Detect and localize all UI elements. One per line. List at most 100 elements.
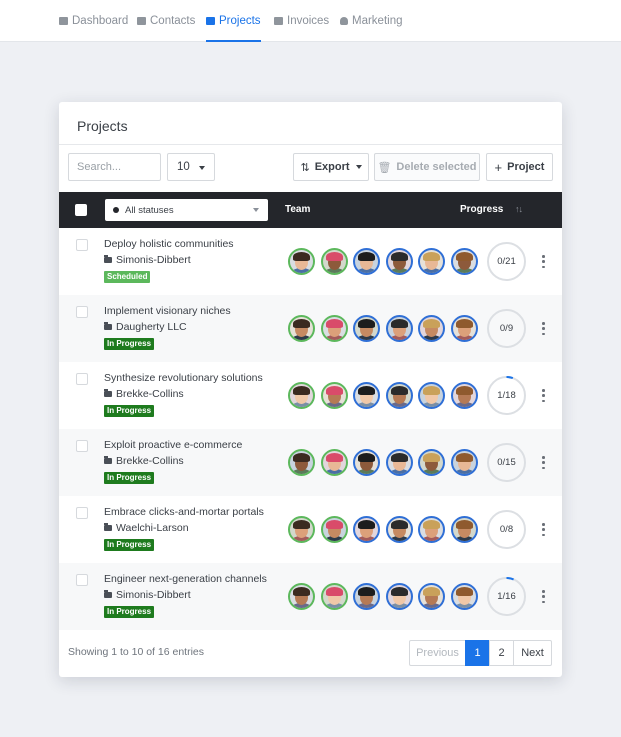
next-page-button[interactable]: Next	[513, 640, 552, 666]
delete-label: Delete selected	[396, 161, 477, 173]
avatar[interactable]	[353, 382, 381, 409]
row-checkbox[interactable]	[76, 574, 88, 586]
more-options-icon[interactable]	[542, 389, 545, 402]
progress-value: 1/16	[497, 591, 516, 602]
sort-icon[interactable]: ↑↓	[515, 204, 523, 214]
projects-card: Projects 10 ⇅ Export 🗑 Delete selected +…	[59, 102, 562, 677]
table-row[interactable]: Synthesize revolutionary solutions Brekke…	[59, 362, 562, 429]
avatar[interactable]	[451, 516, 478, 543]
status-filter-select[interactable]: All statuses	[105, 199, 268, 221]
progress-value: 0/9	[499, 323, 514, 334]
nav-projects[interactable]: Projects	[206, 0, 261, 42]
folder-icon	[104, 456, 112, 464]
avatar[interactable]	[418, 315, 446, 342]
more-options-icon[interactable]	[542, 322, 545, 335]
chevron-down-icon	[199, 166, 205, 170]
row-checkbox[interactable]	[76, 507, 88, 519]
nav-dashboard-label: Dashboard	[72, 15, 129, 27]
more-options-icon[interactable]	[542, 523, 545, 536]
add-project-button[interactable]: + Project	[486, 153, 553, 181]
row-checkbox[interactable]	[76, 440, 88, 452]
add-project-label: Project	[507, 161, 545, 173]
select-all-checkbox[interactable]	[75, 204, 87, 216]
avatar[interactable]	[385, 583, 413, 610]
row-checkbox[interactable]	[76, 373, 88, 385]
avatar[interactable]	[320, 248, 348, 275]
avatar[interactable]	[353, 248, 381, 275]
project-name[interactable]: Deploy holistic communities	[104, 238, 234, 250]
search-input[interactable]	[68, 153, 161, 181]
project-name[interactable]: Synthesize revolutionary solutions	[104, 372, 263, 384]
per-page-value: 10	[177, 161, 190, 173]
nav-marketing[interactable]: Marketing	[340, 0, 403, 42]
more-options-icon[interactable]	[542, 590, 545, 603]
project-name[interactable]: Implement visionary niches	[104, 305, 231, 317]
avatar[interactable]	[451, 449, 478, 476]
plus-icon: +	[494, 159, 503, 175]
avatar[interactable]	[353, 516, 381, 543]
table-row[interactable]: Embrace clicks-and-mortar portals Waelchi…	[59, 496, 562, 563]
avatar[interactable]	[288, 248, 315, 275]
briefcase-icon	[206, 17, 215, 25]
progress-column-header[interactable]: Progress	[460, 204, 503, 215]
avatar[interactable]	[320, 583, 348, 610]
avatar[interactable]	[288, 583, 315, 610]
avatar[interactable]	[385, 449, 413, 476]
avatar[interactable]	[385, 382, 413, 409]
avatar[interactable]	[451, 382, 478, 409]
nav-dashboard[interactable]: Dashboard	[59, 0, 128, 42]
table-row[interactable]: Deploy holistic communities Simonis-Dibbe…	[59, 228, 562, 295]
folder-icon	[104, 590, 112, 598]
chevron-down-icon	[253, 208, 259, 212]
previous-page-button[interactable]: Previous	[409, 640, 466, 666]
avatar[interactable]	[418, 516, 446, 543]
avatar[interactable]	[353, 449, 381, 476]
avatar[interactable]	[451, 315, 478, 342]
nav-marketing-label: Marketing	[352, 15, 403, 27]
status-badge: In Progress	[104, 606, 155, 618]
avatar[interactable]	[418, 248, 446, 275]
avatar[interactable]	[288, 315, 315, 342]
nav-invoices[interactable]: Invoices	[274, 0, 329, 42]
avatar[interactable]	[451, 583, 478, 610]
project-name[interactable]: Engineer next-generation channels	[104, 573, 267, 585]
avatar[interactable]	[353, 583, 381, 610]
project-client: Daugherty LLC	[104, 321, 187, 333]
project-name[interactable]: Exploit proactive e-commerce	[104, 439, 242, 451]
client-name: Daugherty LLC	[116, 321, 187, 333]
table-row[interactable]: Exploit proactive e-commerce Brekke-Colli…	[59, 429, 562, 496]
row-checkbox[interactable]	[76, 239, 88, 251]
avatar[interactable]	[451, 248, 478, 275]
avatar[interactable]	[418, 583, 446, 610]
avatar[interactable]	[320, 382, 348, 409]
avatar[interactable]	[418, 449, 446, 476]
page-1-button[interactable]: 1	[465, 640, 490, 666]
avatar[interactable]	[288, 516, 315, 543]
nav-contacts[interactable]: Contacts	[137, 0, 195, 42]
per-page-select[interactable]: 10	[167, 153, 215, 181]
avatar[interactable]	[385, 248, 413, 275]
table-row[interactable]: Engineer next-generation channels Simonis…	[59, 563, 562, 630]
page-2-button[interactable]: 2	[489, 640, 514, 666]
row-checkbox[interactable]	[76, 306, 88, 318]
avatar[interactable]	[288, 382, 315, 409]
team-avatars	[288, 583, 483, 611]
avatar[interactable]	[320, 449, 348, 476]
more-options-icon[interactable]	[542, 456, 545, 469]
invoice-icon	[274, 17, 283, 25]
avatar[interactable]	[418, 382, 446, 409]
client-name: Simonis-Dibbert	[116, 589, 191, 601]
avatar[interactable]	[385, 516, 413, 543]
project-name[interactable]: Embrace clicks-and-mortar portals	[104, 506, 264, 518]
avatar[interactable]	[320, 315, 348, 342]
project-client: Brekke-Collins	[104, 455, 184, 467]
avatar[interactable]	[320, 516, 348, 543]
more-options-icon[interactable]	[542, 255, 545, 268]
avatar[interactable]	[288, 449, 315, 476]
card-title: Projects	[77, 118, 128, 134]
avatar[interactable]	[353, 315, 381, 342]
delete-selected-button[interactable]: 🗑 Delete selected	[374, 153, 480, 181]
avatar[interactable]	[385, 315, 413, 342]
table-row[interactable]: Implement visionary niches Daugherty LLC I…	[59, 295, 562, 362]
export-button[interactable]: ⇅ Export	[293, 153, 369, 181]
